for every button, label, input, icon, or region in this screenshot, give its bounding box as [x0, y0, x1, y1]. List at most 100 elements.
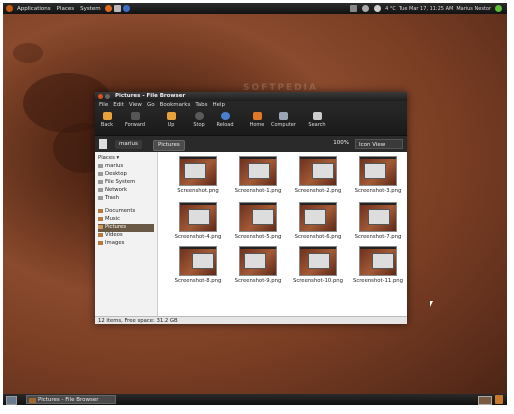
status-online-icon[interactable]	[495, 5, 502, 12]
file-item[interactable]: Screenshot-3.png	[348, 156, 408, 200]
file-item[interactable]: Screenshot-10.png	[288, 246, 348, 290]
file-item[interactable]: Screenshot-9.png	[228, 246, 288, 290]
top-panel: Applications Places System 4 °C Tue Mar …	[3, 3, 507, 14]
thumbnail-window	[192, 253, 214, 269]
breadcrumb-marius[interactable]: marius	[115, 140, 142, 149]
file-item[interactable]: Screenshot-6.png	[288, 202, 348, 246]
status-bar: 12 items, Free space: 31.2 GB	[95, 316, 407, 324]
show-desktop-icon[interactable]	[6, 396, 17, 405]
sidebar-item-label: Pictures	[105, 224, 126, 230]
sidebar-item-network[interactable]: Network	[98, 187, 154, 195]
menu-places[interactable]: Places	[54, 6, 78, 12]
file-item[interactable]: Screenshot-1.png	[228, 156, 288, 200]
taskbar-item-file-browser[interactable]: Pictures - File Browser	[26, 395, 116, 404]
thumbnail-panel-strip	[360, 247, 396, 249]
image-thumbnail	[239, 246, 277, 276]
sidebar-item-label: Images	[105, 240, 125, 246]
thumbnail-panel-strip	[180, 157, 216, 159]
icon-view: Screenshot.png Screenshot-1.png Screenshot…	[158, 152, 407, 316]
window-title: Pictures - File Browser	[115, 93, 186, 99]
sidebar-item-music[interactable]: Music	[98, 216, 154, 224]
sidebar-item-file-system[interactable]: File System	[98, 179, 154, 187]
zoom-level[interactable]: 100%	[333, 140, 349, 146]
places-header[interactable]: Places ▾	[98, 154, 153, 162]
file-browser-window: Pictures - File Browser File Edit View G…	[95, 92, 407, 324]
taskbar-item-label: Pictures - File Browser	[38, 397, 99, 403]
sidebar-item-label: Network	[105, 187, 128, 193]
menu-view[interactable]: View	[129, 101, 142, 109]
folder-icon	[98, 216, 103, 221]
view-mode-select[interactable]: Icon View	[355, 139, 403, 149]
sidebar-item-documents[interactable]: Documents	[98, 208, 154, 216]
thumbnail-window	[368, 209, 390, 225]
menu-go[interactable]: Go	[147, 101, 155, 109]
file-item[interactable]: Screenshot-2.png	[288, 156, 348, 200]
file-item[interactable]: Screenshot.png	[168, 156, 228, 200]
folder-icon	[98, 224, 103, 229]
stop-label: Stop	[193, 122, 205, 128]
minimize-icon[interactable]	[105, 94, 110, 99]
temperature[interactable]: 4 °C	[385, 6, 396, 12]
file-item[interactable]: Screenshot-11.png	[348, 246, 408, 290]
breadcrumb-pictures[interactable]: Pictures	[153, 140, 185, 151]
desktop-icon	[98, 171, 103, 176]
firefox-icon[interactable]	[104, 5, 112, 12]
file-name: Screenshot-7.png	[354, 234, 402, 240]
volume-icon[interactable]	[362, 5, 370, 12]
sidebar-item-images[interactable]: Images	[98, 240, 154, 248]
close-icon[interactable]	[98, 94, 103, 99]
sidebar-item-marius[interactable]: marius	[98, 163, 154, 171]
network-icon[interactable]	[350, 5, 358, 12]
menu-help[interactable]: Help	[213, 101, 226, 109]
stop-icon	[194, 112, 204, 120]
weather-icon[interactable]	[374, 5, 382, 12]
thumbnail-window	[244, 253, 266, 269]
places-header-label: Places	[98, 155, 115, 161]
file-item[interactable]: Screenshot-8.png	[168, 246, 228, 290]
reload-button[interactable]: Reload	[213, 112, 237, 128]
menu-edit[interactable]: Edit	[113, 101, 124, 109]
workspace-switcher[interactable]	[478, 396, 492, 405]
location-toggle-icon[interactable]	[99, 139, 107, 149]
home-launcher-icon[interactable]	[113, 5, 121, 12]
help-icon[interactable]	[122, 5, 130, 12]
thumbnail-panel-strip	[240, 247, 276, 249]
forward-button[interactable]: Forward	[123, 112, 147, 128]
thumbnail-window	[372, 253, 394, 269]
home-button[interactable]: Home	[245, 112, 269, 128]
clock[interactable]: Tue Mar 17, 11:25 AM	[399, 6, 453, 12]
user-name[interactable]: Marius Nestor	[456, 6, 491, 12]
file-item[interactable]: Screenshot-4.png	[168, 202, 228, 246]
menu-tabs[interactable]: Tabs	[195, 101, 207, 109]
wallpaper-stain	[13, 43, 43, 63]
folder-icon	[98, 240, 103, 245]
image-thumbnail	[359, 202, 397, 232]
sidebar-item-label: Videos	[105, 232, 123, 238]
image-thumbnail	[299, 246, 337, 276]
image-thumbnail	[299, 202, 337, 232]
computer-button[interactable]: Computer	[271, 112, 296, 128]
file-item[interactable]: Screenshot-7.png	[348, 202, 408, 246]
file-item[interactable]: Screenshot-5.png	[228, 202, 288, 246]
thumbnail-window	[188, 209, 210, 225]
menu-file[interactable]: File	[99, 101, 108, 109]
image-thumbnail	[359, 156, 397, 186]
stop-button[interactable]: Stop	[187, 112, 211, 128]
title-bar[interactable]: Pictures - File Browser	[95, 92, 407, 101]
sidebar-item-pictures[interactable]: Pictures	[98, 224, 154, 232]
sidebar-item-videos[interactable]: Videos	[98, 232, 154, 240]
file-name: Screenshot-1.png	[234, 188, 282, 194]
trash-icon[interactable]	[495, 395, 503, 404]
home-icon	[252, 112, 262, 120]
back-button[interactable]: Back	[95, 112, 119, 128]
thumbnail-panel-strip	[240, 203, 276, 205]
menu-bookmarks[interactable]: Bookmarks	[160, 101, 191, 109]
ubuntu-logo-icon[interactable]	[6, 5, 13, 12]
search-button[interactable]: Search	[305, 112, 329, 128]
back-label: Back	[100, 122, 114, 128]
up-button[interactable]: Up	[159, 112, 183, 128]
menu-system[interactable]: System	[77, 6, 104, 12]
sidebar-item-desktop[interactable]: Desktop	[98, 171, 154, 179]
menu-applications[interactable]: Applications	[14, 6, 54, 12]
sidebar-item-trash[interactable]: Trash	[98, 195, 154, 203]
